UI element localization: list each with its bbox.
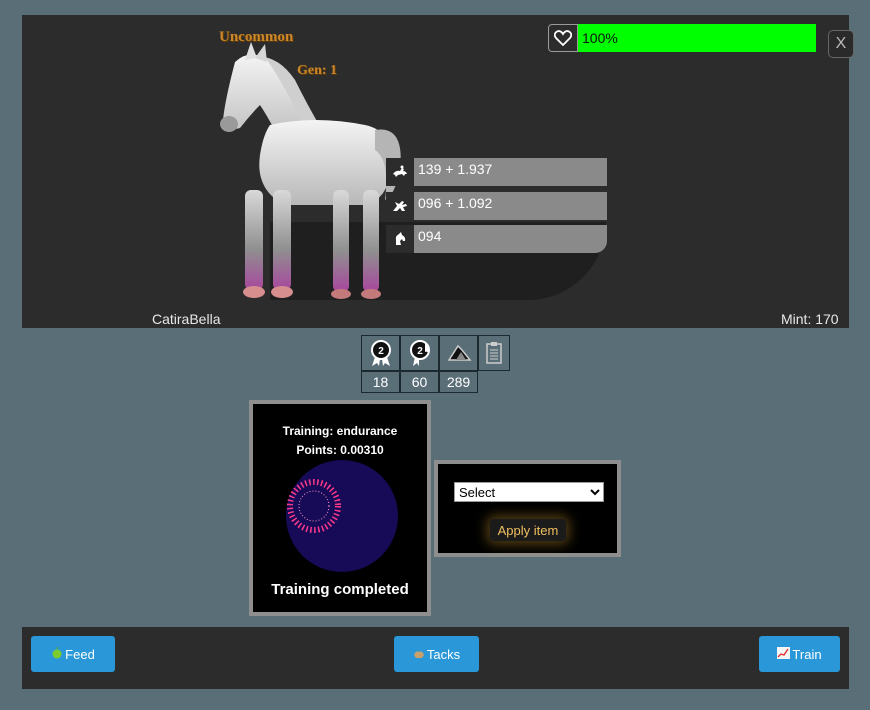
- horse-name: CatiraBella: [152, 311, 221, 327]
- item-panel: Select Apply item: [434, 460, 621, 557]
- svg-text:2: 2: [378, 346, 384, 357]
- train-button[interactable]: Train: [759, 636, 840, 672]
- train-label: Train: [792, 646, 822, 662]
- stat-row-endurance: 096 + 1.092: [386, 192, 607, 220]
- horse-ribbon-icon[interactable]: 2: [400, 335, 439, 371]
- generation-label: Gen: 1: [297, 63, 338, 78]
- jockey-horse-icon: [386, 158, 414, 186]
- chart-icon: [777, 646, 791, 662]
- item-select[interactable]: Select: [454, 482, 604, 502]
- horseshoe-pile-icon[interactable]: [439, 335, 478, 371]
- badge-count: 18: [361, 371, 400, 393]
- health-percent: 100%: [582, 30, 618, 46]
- running-horse-icon: [386, 192, 414, 220]
- clipboard-icon[interactable]: [478, 335, 510, 371]
- feed-label: Feed: [65, 646, 95, 662]
- badge-count: 289: [439, 371, 478, 393]
- apply-item-button[interactable]: Apply item: [490, 519, 566, 541]
- health-track: 100%: [578, 24, 816, 52]
- stat-value: 139 + 1.937: [414, 158, 607, 186]
- badge-count: 60: [400, 371, 439, 393]
- rarity-label: Uncommon: [219, 29, 294, 45]
- mint-number: Mint: 170: [781, 311, 839, 327]
- training-title: Training: endurance: [282, 424, 398, 438]
- training-panel: Training: endurance Points: 0.00310 Trai…: [249, 400, 431, 616]
- feed-button[interactable]: Feed: [31, 636, 115, 672]
- achievement-badges: 2 2 18 60 289: [361, 335, 510, 393]
- saddle-icon: [413, 647, 425, 662]
- progress-ring-icon: [287, 479, 341, 533]
- tacks-button[interactable]: Tacks: [394, 636, 479, 672]
- stat-row-speed: 139 + 1.937: [386, 158, 607, 186]
- horse-detail-modal: Uncommon Gen: 1 100% X 139 + 1.937 096 +…: [0, 0, 870, 710]
- apple-icon: [51, 646, 63, 662]
- training-status: Training completed: [271, 581, 409, 598]
- training-progress-circle: [286, 460, 398, 572]
- horse-head-icon: [386, 225, 414, 253]
- horse-image: [220, 42, 401, 299]
- stat-row-temper: 094: [386, 225, 607, 253]
- svg-text:2: 2: [417, 346, 423, 357]
- health-bar: 100%: [548, 24, 816, 52]
- award-ribbon-icon[interactable]: 2: [361, 335, 400, 371]
- training-points: Points: 0.00310: [296, 443, 384, 457]
- tacks-label: Tacks: [426, 646, 461, 662]
- stat-value: 096 + 1.092: [414, 192, 607, 220]
- heart-icon: [548, 24, 578, 52]
- stat-value: 094: [414, 225, 607, 253]
- close-button[interactable]: X: [828, 30, 854, 58]
